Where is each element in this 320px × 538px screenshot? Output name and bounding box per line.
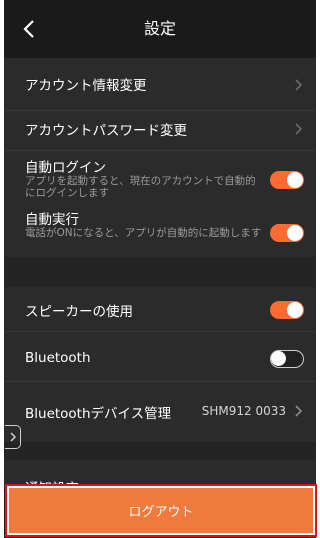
auto-run-description: 電話がONになると、アプリが自動的に起動します: [25, 227, 262, 239]
chevron-right-icon: [295, 405, 303, 417]
chevron-right-icon: [295, 79, 303, 91]
chevron-right-icon: [295, 123, 303, 135]
side-panel-handle[interactable]: [5, 425, 21, 449]
chevron-right-icon: [9, 432, 16, 442]
auto-login-description: アプリを起動すると、現在のアカウントで自動的にログインします: [25, 175, 256, 199]
bluetooth-device-id: SHM912 0033: [201, 404, 286, 418]
logout-label: ログアウト: [128, 505, 194, 520]
bluetooth-row: Bluetooth: [4, 332, 316, 382]
settings-screen: 設定 アカウント情報変更 アカウントパスワード変更 自動ログイン アプリを起動す…: [4, 0, 316, 538]
bluetooth-devices-row[interactable]: Bluetoothデバイス管理 SHM912 0033: [4, 382, 316, 442]
logout-highlight-frame: ログアウト: [5, 484, 317, 537]
section-divider: [4, 257, 316, 287]
bluetooth-devices-label: Bluetoothデバイス管理: [25, 406, 172, 422]
speaker-label: スピーカーの使用: [25, 304, 133, 320]
auto-login-label: 自動ログイン: [25, 160, 106, 176]
toggle-knob: [287, 172, 303, 188]
auto-login-row: 自動ログイン アプリを起動すると、現在のアカウントで自動的にログインします: [4, 151, 316, 205]
auto-run-label: 自動実行: [25, 212, 79, 228]
speaker-row: スピーカーの使用: [4, 287, 316, 332]
account-password-label: アカウントパスワード変更: [25, 123, 187, 139]
bluetooth-toggle[interactable]: [270, 350, 304, 368]
speaker-toggle[interactable]: [270, 301, 304, 319]
header-bar: 設定: [4, 0, 316, 58]
bluetooth-label: Bluetooth: [25, 350, 91, 366]
logout-button[interactable]: ログアウト: [9, 488, 313, 533]
toggle-knob: [271, 351, 286, 366]
auto-run-row: 自動実行 電話がONになると、アプリが自動的に起動します: [4, 205, 316, 257]
account-password-row[interactable]: アカウントパスワード変更: [4, 111, 316, 151]
section-divider: [4, 442, 316, 460]
account-info-label: アカウント情報変更: [25, 78, 147, 94]
toggle-knob: [287, 302, 303, 318]
toggle-knob: [287, 225, 303, 241]
page-title: 設定: [143, 19, 176, 38]
account-info-row[interactable]: アカウント情報変更: [4, 58, 316, 111]
auto-run-toggle[interactable]: [270, 224, 304, 242]
auto-login-toggle[interactable]: [270, 171, 304, 189]
